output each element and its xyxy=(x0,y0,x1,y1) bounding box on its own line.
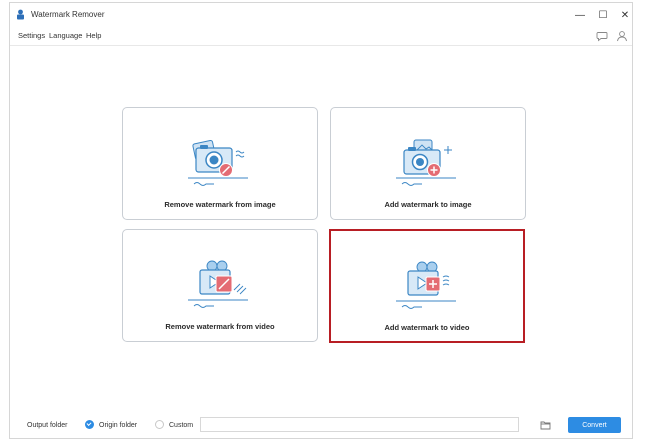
video-add-icon xyxy=(396,261,456,309)
card-label: Add watermark to image xyxy=(384,200,472,209)
chat-bubble-icon[interactable] xyxy=(596,30,608,42)
menu-language[interactable]: Language xyxy=(49,31,82,40)
window-title: Watermark Remover xyxy=(31,10,105,19)
card-label: Remove watermark from video xyxy=(165,322,275,331)
card-label: Add watermark to video xyxy=(384,323,470,332)
app-window: Watermark Remover — ☐ ✕ Settings Languag… xyxy=(9,2,633,439)
add-watermark-video-card[interactable]: Add watermark to video xyxy=(329,229,525,343)
custom-folder-radio[interactable] xyxy=(155,420,164,429)
maximize-button[interactable]: ☐ xyxy=(592,7,614,23)
convert-button[interactable]: Convert xyxy=(568,417,621,433)
menu-divider xyxy=(10,45,632,46)
custom-folder-label[interactable]: Custom xyxy=(169,422,193,429)
output-path-input[interactable] xyxy=(200,417,519,432)
title-bar: Watermark Remover — ☐ ✕ xyxy=(10,3,632,27)
output-folder-label: Output folder xyxy=(27,422,68,429)
camera-add-icon xyxy=(396,139,456,186)
close-button[interactable]: ✕ xyxy=(614,7,636,23)
camera-remove-icon xyxy=(188,139,248,186)
folder-open-icon[interactable] xyxy=(540,419,551,430)
menu-help[interactable]: Help xyxy=(86,31,101,40)
output-bar: Output folder Origin folder Custom Conve… xyxy=(10,407,632,439)
remove-watermark-video-card[interactable]: Remove watermark from video xyxy=(122,229,318,342)
add-watermark-image-card[interactable]: Add watermark to image xyxy=(330,107,526,220)
card-label: Remove watermark from image xyxy=(164,200,276,209)
menu-bar: Settings Language Help xyxy=(10,27,632,45)
remove-watermark-image-card[interactable]: Remove watermark from image xyxy=(122,107,318,220)
origin-folder-radio[interactable] xyxy=(85,420,94,429)
menu-settings[interactable]: Settings xyxy=(18,31,45,40)
app-logo-icon xyxy=(17,9,24,20)
minimize-button[interactable]: — xyxy=(569,7,591,23)
user-icon[interactable] xyxy=(616,30,628,42)
video-remove-icon xyxy=(188,260,248,308)
origin-folder-label[interactable]: Origin folder xyxy=(99,422,137,429)
